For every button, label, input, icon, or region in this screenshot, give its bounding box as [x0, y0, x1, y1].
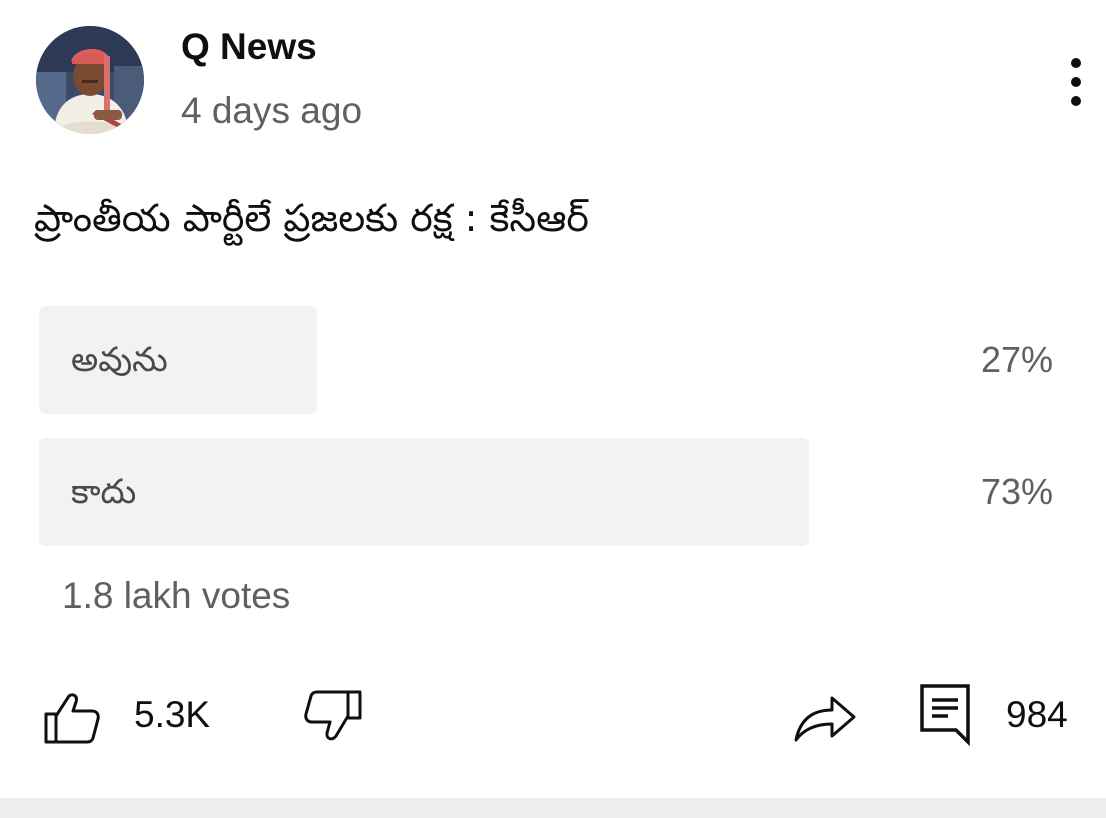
poll-result-bar	[39, 438, 809, 546]
share-button[interactable]	[792, 690, 858, 744]
poll-option-percent: 27%	[980, 339, 1053, 380]
channel-avatar[interactable]	[36, 26, 144, 134]
post-timestamp: 4 days ago	[181, 90, 363, 131]
poll-option-no[interactable]: కాదు 73%	[39, 438, 1059, 546]
poll-option-label: అవును	[71, 340, 168, 380]
comment-icon	[920, 684, 970, 746]
thumb-up-icon	[44, 693, 100, 744]
poll-vote-count: 1.8 lakh votes	[62, 575, 291, 616]
poll-option-label: కాదు	[71, 472, 137, 512]
section-divider	[0, 798, 1106, 818]
more-options-button[interactable]	[1056, 54, 1096, 110]
share-arrow-icon	[794, 696, 856, 742]
like-count: 5.3K	[134, 694, 211, 735]
dislike-button[interactable]	[302, 688, 366, 744]
comment-count: 984	[1006, 694, 1068, 735]
thumb-down-icon	[304, 690, 362, 741]
channel-name[interactable]: Q News	[181, 26, 317, 68]
poll-question: ప్రాంతీయ పార్టీలే ప్రజలకు రక్ష : కేసీఆర్	[34, 196, 589, 240]
comments-button[interactable]	[918, 682, 972, 746]
poll-option-percent: 73%	[980, 471, 1053, 512]
like-button[interactable]	[40, 690, 102, 746]
channel-avatar-image	[36, 26, 144, 134]
poll-option-yes[interactable]: అవును 27%	[39, 306, 1059, 414]
